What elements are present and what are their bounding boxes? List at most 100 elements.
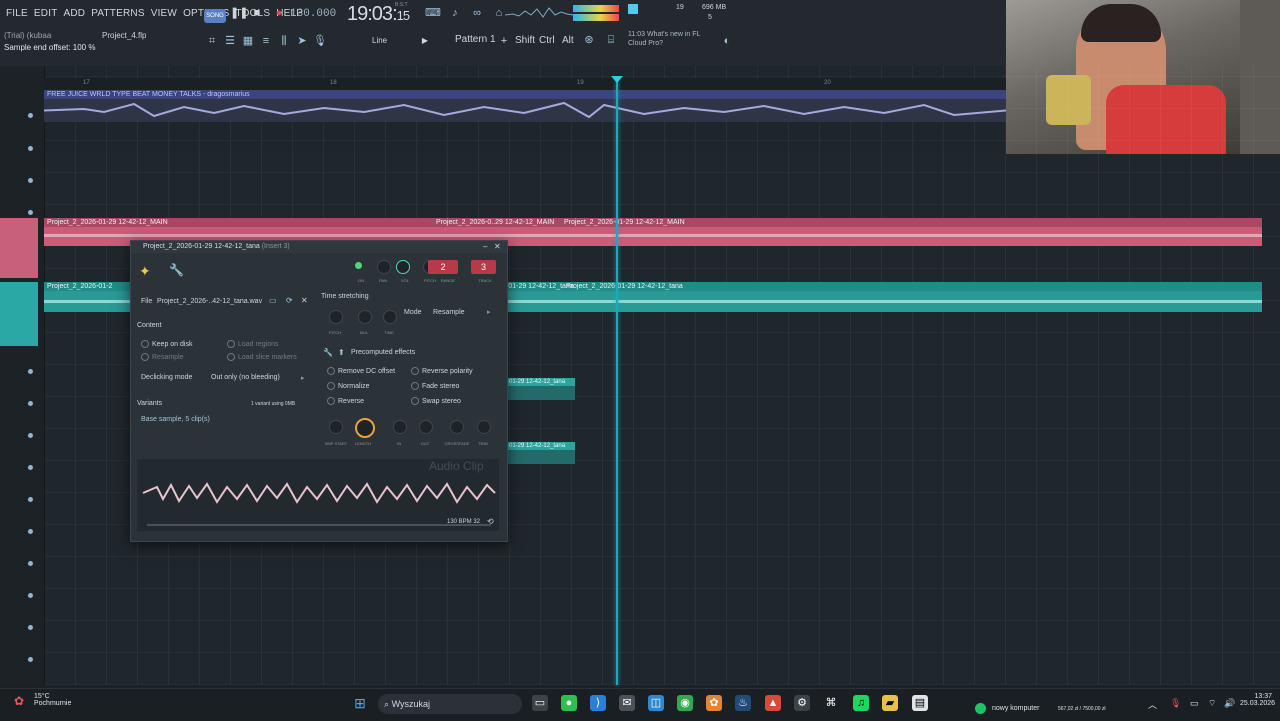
loop-icon[interactable]: ⟲ (487, 517, 494, 526)
file-explorer-icon[interactable]: ▰ (882, 695, 898, 711)
piano-roll-icon[interactable]: ▦ (241, 34, 255, 48)
mail-icon[interactable]: ✉ (619, 695, 635, 711)
chrome-icon[interactable]: ◉ (677, 695, 693, 711)
folder-icon[interactable]: ▭ (269, 296, 277, 305)
store-icon[interactable]: ◫ (648, 695, 664, 711)
record-icon[interactable]: ● (272, 6, 286, 20)
playlist-icon[interactable]: ☰ (223, 34, 237, 48)
reload-icon[interactable]: ⟳ (286, 296, 293, 305)
wrench-icon[interactable]: 🔧 (169, 263, 184, 277)
ts-pitch-knob[interactable] (329, 310, 343, 324)
snap-icon[interactable]: ⌗ (205, 34, 219, 48)
trim-knob[interactable] (477, 420, 491, 434)
track-mute-dot[interactable] (28, 369, 33, 374)
base-sample-item[interactable]: Base sample, 5 clip(s) (141, 416, 210, 423)
arrow-up-icon[interactable]: ⬆ (338, 348, 345, 357)
reverse-option[interactable]: Reverse (327, 397, 364, 405)
track-mute-dot[interactable] (28, 497, 33, 502)
ts-mul-knob[interactable] (358, 310, 372, 324)
add-pattern-icon[interactable]: + (497, 34, 511, 48)
channel-rack-icon[interactable]: ≡ (259, 34, 273, 48)
track-mute-dot[interactable] (28, 561, 33, 566)
in-knob[interactable] (393, 420, 407, 434)
song-mode-toggle[interactable]: SONG (204, 9, 226, 23)
alt-modifier[interactable]: Alt (562, 35, 574, 46)
smp-start-knob[interactable] (329, 420, 343, 434)
arrow-icon[interactable]: ➤ (295, 34, 309, 48)
on-led[interactable] (355, 262, 362, 269)
typing-keyboard-icon[interactable]: ⌨ (425, 6, 441, 20)
fl-studio-icon[interactable]: ✿ (706, 695, 722, 711)
capcut-icon[interactable]: ⌘ (823, 695, 839, 711)
resample-option[interactable]: Resample (141, 353, 184, 361)
countdown-icon[interactable]: ⌂ (492, 6, 506, 20)
chevron-right-icon[interactable]: ▸ (487, 308, 491, 316)
mixer-icon[interactable]: ⫼ (277, 34, 291, 48)
snap-select[interactable]: Line (372, 36, 387, 45)
reverse-polarity-option[interactable]: Reverse polarity (411, 367, 473, 375)
track-mute-dot[interactable] (28, 178, 33, 183)
news-panel[interactable]: 11:03 What's new in FL (628, 31, 700, 38)
keep-on-disk-option[interactable]: Keep on disk (141, 340, 192, 348)
swap-stereo-option[interactable]: Swap stereo (411, 397, 461, 405)
declicking-select[interactable]: Out only (no bleeding) (211, 374, 280, 381)
timeline-ruler[interactable]: 17 18 19 20 (44, 78, 1006, 90)
weather-icon[interactable]: ✿ (14, 694, 24, 708)
track-mute-dot[interactable] (28, 401, 33, 406)
shift-modifier[interactable]: Shift (515, 35, 535, 46)
goal-widget-icon[interactable] (975, 703, 986, 714)
track-header-teal[interactable] (0, 282, 38, 346)
volume-icon[interactable]: 🔊 (1224, 698, 1235, 709)
playhead-marker-icon[interactable] (611, 76, 623, 83)
file-name[interactable]: Project_2_2026-..42-12_tana.wav (157, 298, 265, 305)
remove-dc-option[interactable]: Remove DC offset (327, 367, 395, 375)
crossfade-knob[interactable] (450, 420, 464, 434)
track-mute-dot[interactable] (28, 529, 33, 534)
play-small-icon[interactable]: ▶ (418, 34, 432, 48)
pause-icon[interactable]: ❚❚ (230, 6, 248, 20)
close-icon[interactable]: ✕ (494, 242, 501, 251)
fade-stereo-option[interactable]: Fade stereo (411, 382, 459, 390)
audio-clip-beat[interactable]: FREE JUICE WRLD TYPE BEAT MONEY TALKS - … (43, 90, 1007, 122)
chevron-right-icon[interactable]: ▸ (301, 374, 305, 382)
track-mute-dot[interactable] (28, 465, 33, 470)
track-mute-dot[interactable] (28, 146, 33, 151)
track-mute-dot[interactable] (28, 625, 33, 630)
track-mute-dot[interactable] (28, 657, 33, 662)
length-knob[interactable] (355, 418, 375, 438)
menu-file[interactable]: FILE (6, 8, 28, 19)
task-view-icon[interactable]: ▭ (532, 695, 548, 711)
browser-icon[interactable]: ⌸ (604, 33, 618, 47)
volume-knob[interactable] (396, 260, 410, 274)
ctrl-modifier[interactable]: Ctrl (539, 35, 555, 46)
minimize-icon[interactable]: – (483, 242, 487, 251)
weather-widget[interactable]: 15°C Pochmurnie (34, 693, 71, 707)
vscode-icon[interactable]: ⟩ (590, 695, 606, 711)
mode-select[interactable]: Resample (433, 309, 465, 316)
settings-gear-icon[interactable]: ⚙ (794, 695, 810, 711)
track-value[interactable]: 3 (471, 260, 496, 274)
brave-icon[interactable]: ▲ (765, 695, 781, 711)
range-value[interactable]: 2 (428, 260, 458, 274)
out-knob[interactable] (419, 420, 433, 434)
menu-add[interactable]: ADD (64, 8, 86, 19)
audio-clip-small[interactable]: -01-29 12-42-12_tana (505, 442, 575, 464)
track-mute-dot[interactable] (28, 433, 33, 438)
audio-clip-small[interactable]: -01-29 12-42-12_tana (505, 378, 575, 400)
metronome-icon[interactable]: ♪ (448, 6, 462, 20)
ts-time-knob[interactable] (383, 310, 397, 324)
wrench-icon[interactable]: 🔧 (323, 348, 333, 357)
track-mute-dot[interactable] (28, 113, 33, 118)
spotify-icon[interactable]: ♫ (853, 695, 869, 711)
playhead[interactable] (616, 80, 618, 685)
pattern-selector[interactable]: Pattern 1 (455, 34, 496, 45)
microphone-icon[interactable]: 🎙 (1170, 698, 1181, 709)
remove-file-icon[interactable]: ✕ (301, 296, 308, 305)
plugin-title-bar[interactable]: Project_2_2026-01-29 12-42-12_tana (Inse… (131, 241, 507, 253)
track-header-pink[interactable] (0, 218, 38, 278)
menu-patterns[interactable]: PATTERNS (91, 8, 144, 19)
menu-view[interactable]: VIEW (151, 8, 177, 19)
wait-icon[interactable]: ∞ (470, 6, 484, 20)
cloud-icon[interactable]: ◐ (720, 34, 734, 48)
windows-start-icon[interactable]: ⊞ (352, 695, 368, 711)
